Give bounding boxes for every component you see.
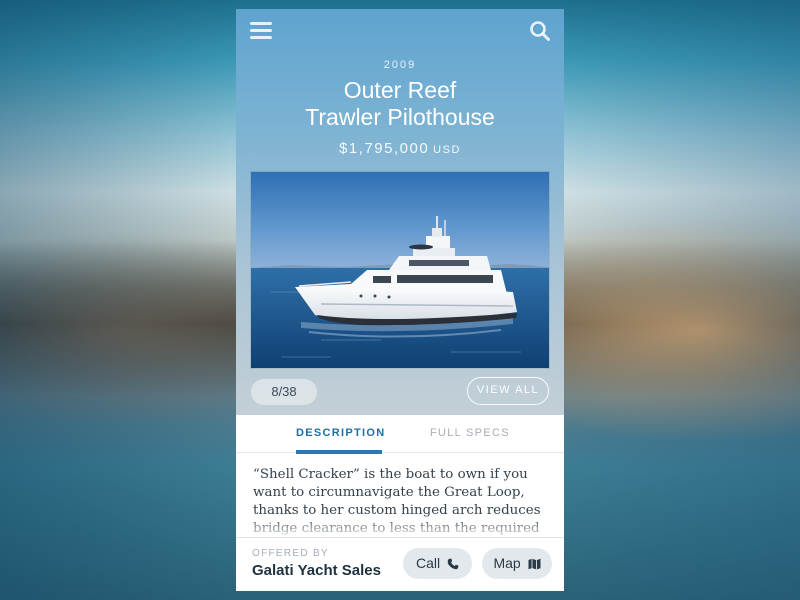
call-button[interactable]: Call [403, 548, 472, 579]
view-all-button[interactable]: VIEW ALL [467, 377, 549, 405]
tab-description[interactable]: DESCRIPTION [296, 427, 385, 439]
active-tab-indicator [296, 450, 382, 454]
yacht-photo[interactable] [250, 171, 550, 369]
call-label: Call [415, 555, 441, 571]
map-button[interactable]: Map [482, 548, 552, 579]
background-blur-right [560, 0, 800, 600]
offered-by-label: OFFERED BY [252, 548, 329, 559]
description-fade-overlay [236, 515, 564, 539]
background-blur-left [0, 0, 240, 600]
phone-screen: 2009 Outer Reef Trawler Pilothouse $1,79… [236, 9, 564, 591]
hamburger-menu-icon[interactable] [250, 22, 272, 40]
listing-year: 2009 [383, 59, 417, 71]
price-currency: USD [433, 144, 461, 156]
listing-title-line1: Outer Reef [343, 77, 457, 103]
search-icon[interactable] [529, 20, 551, 42]
seller-name[interactable]: Galati Yacht Sales [252, 562, 381, 579]
map-label: Map [493, 555, 521, 571]
listing-tabs: DESCRIPTION FULL SPECS [236, 415, 564, 454]
listing-title: Outer Reef Trawler Pilothouse [236, 77, 564, 131]
listing-title-line2: Trawler Pilothouse [305, 104, 495, 130]
price-amount: $1,795,000 [339, 140, 430, 157]
listing-price: $1,795,000 USD [236, 140, 564, 157]
phone-icon [447, 558, 459, 570]
photo-counter: 8/38 [251, 379, 317, 405]
map-icon [528, 558, 541, 570]
listing-hero: 2009 Outer Reef Trawler Pilothouse $1,79… [236, 9, 564, 415]
tab-full-specs[interactable]: FULL SPECS [430, 427, 510, 439]
footer-bar: OFFERED BY Galati Yacht Sales Call Map [236, 537, 564, 591]
